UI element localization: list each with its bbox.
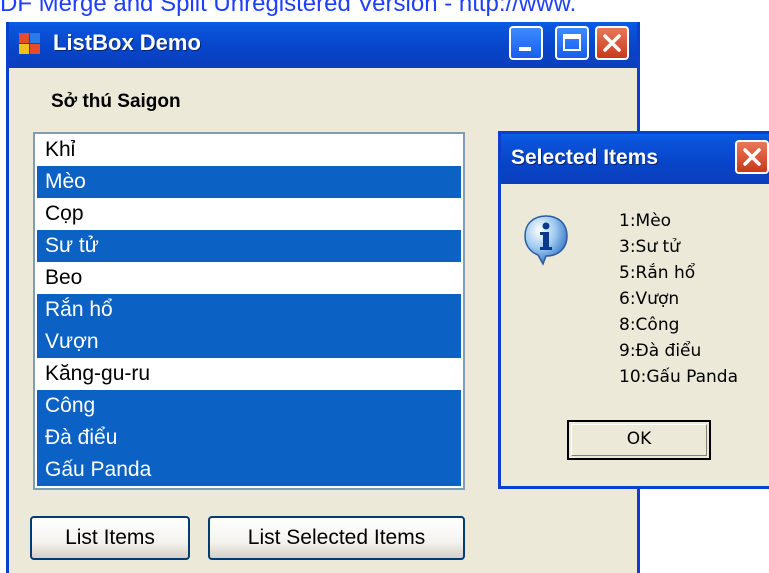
- zoo-label: Sở thú Saigon: [51, 91, 181, 112]
- minimize-icon: [519, 47, 531, 51]
- list-selected-items-button[interactable]: List Selected Items: [208, 516, 465, 560]
- list-item[interactable]: Kăng-gu-ru: [37, 358, 461, 390]
- list-item[interactable]: Mèo: [37, 166, 461, 198]
- close-icon: [603, 34, 621, 52]
- maximize-button[interactable]: [555, 26, 589, 60]
- list-item[interactable]: Rắn hổ: [37, 294, 461, 326]
- message-line: 1:Mèo: [619, 211, 672, 231]
- list-item[interactable]: Vượn: [37, 326, 461, 358]
- message-line: 10:Gấu Panda: [619, 367, 739, 387]
- dialog-message: 1:Mèo 3:Sư tử 5:Rắn hổ 6:Vượn 8:Công 9:Đà điể…: [619, 208, 738, 390]
- list-items-button[interactable]: List Items: [30, 516, 190, 560]
- ok-button[interactable]: OK: [567, 420, 711, 460]
- list-item[interactable]: Khỉ: [37, 134, 461, 166]
- info-icon: [524, 215, 568, 266]
- message-line: 9:Đà điểu: [619, 341, 702, 361]
- message-line: 6:Vượn: [619, 289, 680, 309]
- app-window-icon: [19, 33, 41, 55]
- list-item[interactable]: Gấu Panda: [37, 454, 461, 486]
- main-titlebar[interactable]: ListBox Demo: [9, 22, 637, 68]
- minimize-button[interactable]: [509, 26, 543, 60]
- message-line: 3:Sư tử: [619, 237, 680, 257]
- close-icon: [743, 148, 761, 166]
- list-item[interactable]: Beo: [37, 262, 461, 294]
- animal-listbox[interactable]: Khỉ Mèo Cọp Sư tử Beo Rắn hổ Vượn Kăng-gu-ru Côn…: [33, 132, 465, 490]
- maximize-icon: [563, 34, 581, 51]
- list-item[interactable]: Sư tử: [37, 230, 461, 262]
- list-item[interactable]: Cọp: [37, 198, 461, 230]
- dialog-titlebar[interactable]: Selected Items: [501, 134, 769, 184]
- dialog-close-button[interactable]: [735, 140, 769, 174]
- dialog-title: Selected Items: [511, 146, 659, 169]
- selected-items-dialog: Selected Items 1:Mèo 3:Sư tử 5:Rắn hổ 6:Vượ…: [498, 131, 769, 489]
- watermark-text: DF Merge and Split Unregistered Version …: [0, 0, 577, 17]
- message-line: 8:Công: [619, 315, 680, 335]
- message-line: 5:Rắn hổ: [619, 263, 696, 283]
- list-item[interactable]: Đà điểu: [37, 422, 461, 454]
- ok-button-label: OK: [626, 429, 652, 449]
- close-button[interactable]: [595, 26, 629, 60]
- list-item[interactable]: Công: [37, 390, 461, 422]
- window-title: ListBox Demo: [53, 30, 201, 55]
